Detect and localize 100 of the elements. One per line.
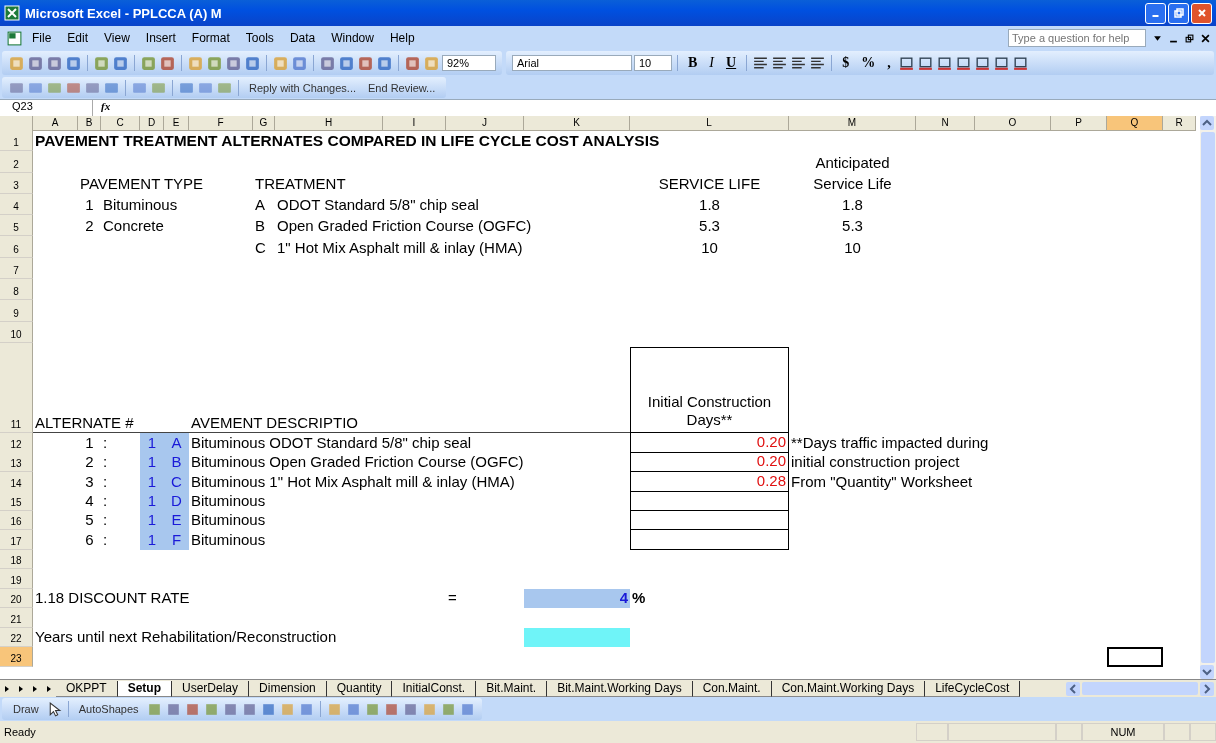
row-header[interactable]: 21 xyxy=(0,608,33,628)
table-cell-text: 2 xyxy=(84,452,95,473)
empty-cell[interactable] xyxy=(630,491,789,511)
menu-item[interactable]: Edit xyxy=(60,29,96,47)
workbook-icon[interactable] xyxy=(6,29,23,47)
column-header[interactable]: G xyxy=(253,116,275,131)
table-cell-text: Bituminous xyxy=(102,195,179,216)
table-cell-text: 1 xyxy=(84,195,95,216)
input-cell[interactable] xyxy=(524,627,630,648)
row-header[interactable]: 5 xyxy=(0,215,33,237)
autoshapes-menu-button[interactable]: AutoShapes xyxy=(73,703,144,715)
row-header[interactable]: 19 xyxy=(0,569,33,589)
row-header[interactable]: 23 xyxy=(0,647,33,667)
column-header[interactable]: P xyxy=(1051,116,1107,131)
table-cell-text: ODOT Standard 5/8" chip seal xyxy=(276,195,480,216)
italic-button[interactable]: I xyxy=(704,55,719,71)
sheet-tab[interactable]: UserDelay xyxy=(172,680,250,697)
vertical-scrollbar[interactable] xyxy=(1200,116,1216,679)
column-header[interactable]: C xyxy=(101,116,140,131)
column-header[interactable]: B xyxy=(78,116,101,131)
column-header[interactable]: R xyxy=(1163,116,1196,131)
end-review-button[interactable]: End Review... xyxy=(363,81,441,94)
sheet-tab[interactable]: Con.Maint. xyxy=(692,680,772,697)
sheet-tab[interactable]: Quantity xyxy=(326,680,393,697)
menu-item[interactable]: Help xyxy=(382,29,422,47)
restore-icon[interactable] xyxy=(1185,33,1194,43)
sheet-tab[interactable]: Dimension xyxy=(249,680,327,697)
row-header[interactable]: 13 xyxy=(0,452,33,473)
column-header[interactable]: O xyxy=(975,116,1051,131)
sheet-tab[interactable]: Con.Maint.Working Days xyxy=(771,680,926,697)
row-header[interactable]: 9 xyxy=(0,300,33,322)
row-header[interactable]: 6 xyxy=(0,236,33,258)
column-header[interactable]: L xyxy=(630,116,789,131)
function-button[interactable]: fx xyxy=(93,100,119,116)
font-dropdown[interactable]: Arial xyxy=(512,55,632,71)
menu-item[interactable]: View xyxy=(97,29,137,47)
status-panel xyxy=(1190,723,1216,741)
row-header[interactable]: 14 xyxy=(0,471,33,492)
borders-icon[interactable] xyxy=(973,54,991,72)
row-header[interactable]: 7 xyxy=(0,257,33,280)
minimize-button[interactable] xyxy=(1145,2,1166,24)
menu-item[interactable]: Data xyxy=(282,29,323,47)
row-header[interactable]: 10 xyxy=(0,321,33,343)
column-header[interactable]: I xyxy=(383,116,446,131)
zoom-dropdown[interactable]: 92% xyxy=(442,55,496,71)
row-header[interactable]: 1 xyxy=(0,130,33,152)
table-cell-text: SERVICE LIFE xyxy=(657,173,762,194)
font-size-dropdown[interactable]: 10 xyxy=(634,55,672,71)
bold-button[interactable]: B xyxy=(683,55,703,71)
sheet-tab[interactable]: Bit.Maint. xyxy=(476,680,548,697)
dropdown-arrow-icon[interactable] xyxy=(1153,33,1162,43)
scroll-left-icon[interactable] xyxy=(1066,681,1080,696)
row-header[interactable]: 12 xyxy=(0,432,33,453)
row-header[interactable]: 3 xyxy=(0,172,33,194)
close-button[interactable] xyxy=(1191,2,1212,24)
close-icon[interactable] xyxy=(1201,33,1210,43)
percent-button[interactable]: % xyxy=(856,55,881,71)
column-header[interactable]: N xyxy=(916,116,975,131)
column-header[interactable]: E xyxy=(164,116,189,131)
column-header[interactable]: F xyxy=(189,116,253,131)
empty-cell[interactable] xyxy=(630,510,789,531)
sheet-tab[interactable]: InitialConst. xyxy=(392,680,477,697)
input-cell: B xyxy=(164,452,189,473)
selected-cell[interactable] xyxy=(1107,647,1163,667)
row-header[interactable]: 8 xyxy=(0,279,33,301)
comma-button[interactable]: , xyxy=(882,55,896,71)
column-header[interactable]: Q xyxy=(1107,116,1163,131)
sheet-tab[interactable]: OKPPT xyxy=(56,680,118,697)
sheet-tab[interactable]: Setup xyxy=(117,680,173,697)
row-header[interactable]: 4 xyxy=(0,193,33,216)
scroll-up-icon[interactable] xyxy=(1200,116,1214,130)
table-cell-text: Service Life xyxy=(812,173,893,194)
row-header[interactable]: 15 xyxy=(0,491,33,511)
sheet-tab[interactable]: Bit.Maint.Working Days xyxy=(547,680,693,697)
reply-with-changes-button[interactable]: Reply with Changes... xyxy=(244,81,361,94)
column-header[interactable]: A xyxy=(33,116,78,131)
menu-item[interactable]: Tools xyxy=(238,29,281,47)
row-header[interactable]: 11 xyxy=(0,342,33,433)
menu-item[interactable]: File xyxy=(25,29,59,47)
horizontal-scrollbar[interactable] xyxy=(1064,681,1216,696)
underline-button[interactable]: U xyxy=(721,55,742,71)
scroll-right-icon[interactable] xyxy=(1200,681,1214,696)
row-header[interactable]: 2 xyxy=(0,151,33,173)
restore-button[interactable] xyxy=(1168,2,1189,24)
table-cell-text: Bituminous xyxy=(190,491,267,511)
currency-button[interactable]: $ xyxy=(837,55,855,71)
column-header[interactable]: M xyxy=(789,116,916,131)
empty-cell[interactable] xyxy=(630,530,789,550)
column-header[interactable]: K xyxy=(524,116,630,131)
column-header[interactable]: H xyxy=(275,116,383,131)
help-search-field[interactable]: Type a question for help xyxy=(1008,29,1146,47)
sheet-tab[interactable]: LifeCycleCost xyxy=(925,680,1021,697)
column-header[interactable]: J xyxy=(446,116,524,131)
row-header[interactable]: 17 xyxy=(0,530,33,550)
scroll-down-icon[interactable] xyxy=(1200,665,1214,679)
menu-item[interactable]: Insert xyxy=(138,29,183,47)
column-header[interactable]: D xyxy=(140,116,164,131)
menu-item[interactable]: Window xyxy=(324,29,381,47)
draw-menu-button[interactable]: Draw xyxy=(8,703,44,715)
menu-item[interactable]: Format xyxy=(184,29,237,47)
